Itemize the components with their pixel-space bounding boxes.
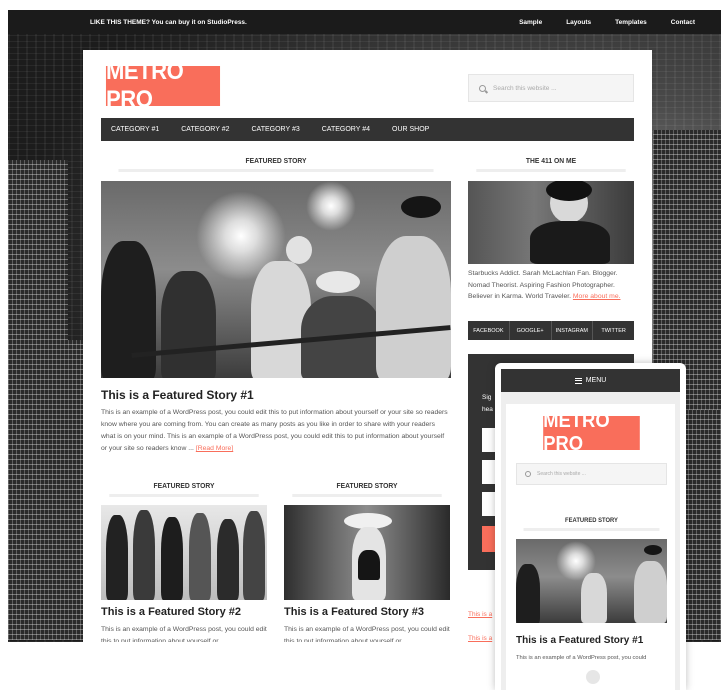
search-icon [479, 84, 486, 92]
top-link-templates[interactable]: Templates [615, 19, 647, 26]
person-figure [161, 271, 216, 378]
person-figure [516, 564, 540, 623]
photo-scene [516, 539, 667, 623]
nav-our-shop[interactable]: OUR SHOP [392, 126, 429, 133]
mobile-search-placeholder: Search this website ... [537, 471, 586, 477]
building [28, 340, 83, 640]
sidebar-recent-link-2[interactable]: This is a [468, 635, 492, 642]
newsletter-text-partial: Sig [482, 394, 492, 401]
sidebar-recent-link-1[interactable]: This is a [468, 611, 492, 618]
top-nav: Sample Layouts Templates Contact [519, 19, 695, 26]
featured-story-3-title[interactable]: This is a Featured Story #3 [284, 606, 424, 618]
featured-story-1-excerpt: This is an example of a WordPress post, … [101, 407, 451, 455]
top-link-sample[interactable]: Sample [519, 19, 542, 26]
person-figure [133, 510, 155, 600]
sidebar-bio: Starbucks Addict. Sarah McLachlan Fan. B… [468, 268, 634, 303]
person-figure [189, 513, 211, 600]
main-nav: CATEGORY #1 CATEGORY #2 CATEGORY #3 CATE… [101, 118, 634, 141]
mobile-content: METRO PRO Search this website ... FEATUR… [506, 404, 675, 690]
nav-category-2[interactable]: CATEGORY #2 [181, 126, 229, 133]
nav-category-3[interactable]: CATEGORY #3 [252, 126, 300, 133]
more-about-me-link[interactable]: More about me. [573, 293, 621, 300]
person-figure [530, 221, 610, 264]
photo-scene [101, 505, 267, 600]
mobile-screen: MENU METRO PRO Search this website ... F… [501, 369, 680, 690]
hat [401, 196, 441, 218]
person-figure [217, 519, 239, 600]
featured-story-3-image[interactable] [284, 505, 450, 600]
featured-story-1-image[interactable] [101, 181, 451, 378]
hamburger-icon [574, 377, 582, 384]
mobile-site-logo[interactable]: METRO PRO [543, 410, 640, 455]
featured-story-2-title[interactable]: This is a Featured Story #2 [101, 606, 241, 618]
featured-story-2-image[interactable] [101, 505, 267, 600]
social-links: FACEBOOK GOOGLE+ INSTAGRAM TWITTER [468, 321, 634, 340]
nav-category-4[interactable]: CATEGORY #4 [322, 126, 370, 133]
google-plus-button[interactable]: GOOGLE+ [509, 321, 552, 340]
person-figure [106, 515, 128, 600]
featured-story-1-title[interactable]: This is a Featured Story #1 [101, 388, 254, 402]
newsletter-text-partial-2: hea [482, 406, 493, 413]
nav-category-1[interactable]: CATEGORY #1 [111, 126, 159, 133]
mobile-featured-image[interactable] [516, 539, 667, 623]
phone-home-button [586, 670, 600, 684]
featured-story-2-excerpt: This is an example of a WordPress post, … [101, 626, 267, 642]
photo-scene [284, 505, 450, 600]
featured-story-2-heading: FEATURED STORY [109, 481, 259, 497]
search-input[interactable]: Search this website ... [468, 74, 634, 102]
person-figure [581, 573, 607, 623]
person-figure [101, 241, 156, 378]
site-logo[interactable]: METRO PRO [105, 58, 221, 113]
person-figure [634, 561, 667, 623]
facebook-button[interactable]: FACEBOOK [468, 321, 510, 340]
mobile-featured-excerpt: This is an example of a WordPress post, … [516, 655, 647, 661]
featured-story-3-excerpt: This is an example of a WordPress post, … [284, 626, 450, 642]
person-figure [376, 236, 451, 378]
hat [644, 545, 662, 555]
person-figure [161, 517, 183, 600]
mobile-featured-title[interactable]: This is a Featured Story #1 [516, 635, 643, 646]
menu-label: MENU [585, 377, 607, 384]
mobile-menu-button[interactable]: MENU [501, 369, 680, 392]
mobile-featured-heading: FEATURED STORY [523, 517, 660, 531]
mobile-search-input[interactable]: Search this website ... [516, 463, 667, 485]
hat [316, 271, 360, 293]
person-head [286, 236, 312, 264]
excerpt-text: This is an example of a WordPress post, … [101, 409, 448, 452]
sidebar-profile-image[interactable] [468, 181, 634, 264]
featured-story-3-heading: FEATURED STORY [292, 481, 442, 497]
sidebar-heading: THE 411 ON ME [476, 156, 626, 172]
dress-detail [358, 550, 380, 580]
photo-scene [468, 181, 634, 264]
featured-story-heading: FEATURED STORY [118, 156, 434, 172]
light-flare [306, 181, 356, 231]
photo-scene [101, 181, 451, 378]
instagram-button[interactable]: INSTAGRAM [551, 321, 594, 340]
search-placeholder: Search this website ... [493, 84, 557, 92]
top-bar: LIKE THIS THEME? You can buy it on Studi… [8, 10, 721, 34]
search-icon [525, 471, 531, 477]
twitter-button[interactable]: TWITTER [593, 321, 634, 340]
promo-text: LIKE THIS THEME? You can buy it on Studi… [90, 18, 247, 26]
mobile-mockup: MENU METRO PRO Search this website ... F… [495, 363, 686, 690]
read-more-link[interactable]: [Read More] [196, 445, 233, 452]
top-link-contact[interactable]: Contact [671, 19, 695, 26]
person-figure [243, 511, 265, 600]
top-link-layouts[interactable]: Layouts [566, 19, 591, 26]
